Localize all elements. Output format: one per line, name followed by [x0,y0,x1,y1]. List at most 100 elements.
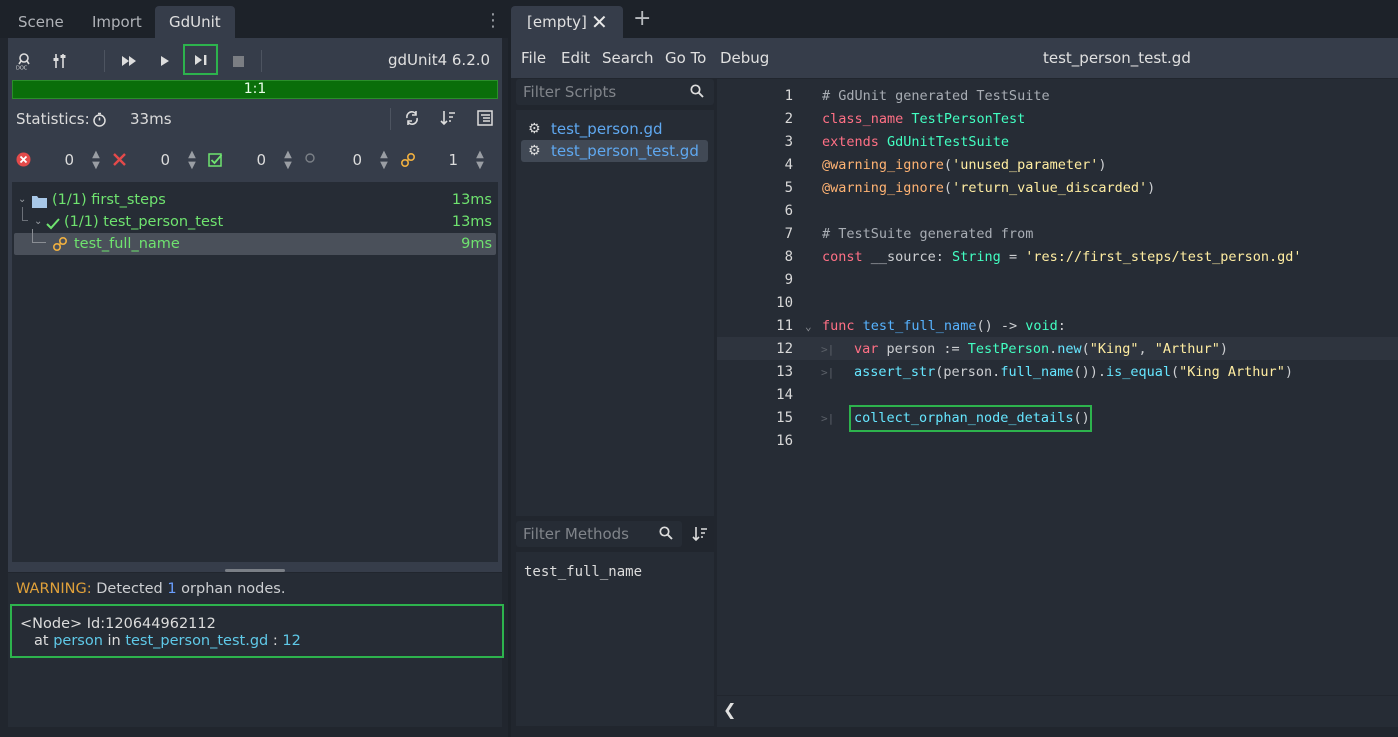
skipped-count-spinner[interactable]: ▲ ▼ [378,149,390,171]
editor-menu-bar: File Edit Search Go To Debug test_person… [511,38,1398,78]
method-item[interactable]: test_full_name [524,564,642,580]
warning-label: WARNING: [16,581,92,597]
code-editor[interactable]: 1 2 3 4 5 6 7 8 9 10 11 12 13 14 15 16 ⌄… [717,79,1398,695]
script-editor: [empty] ✕ + File Edit Search Go To Debug… [511,0,1398,737]
code-line: func test_full_name() -> void: [822,318,1066,334]
code-line: assert_str(person.full_name()).is_equal(… [854,364,1293,380]
tab-gdunit[interactable]: GdUnit [155,6,235,38]
orphan-location-line: at person in test_person_test.gd : 12 [34,633,301,649]
file-link[interactable]: test_person_test.gd [125,633,268,649]
script-item-selected[interactable]: ⚙ test_person_test.gd [521,140,708,162]
tab-empty[interactable]: [empty] ✕ [511,6,623,38]
run-debug-button[interactable] [183,44,218,75]
skipped-icon [304,152,320,168]
doc-button[interactable]: DOC [8,46,40,76]
collapse-panel-icon[interactable]: ❮ [723,700,736,719]
split-drag-handle[interactable] [225,569,285,572]
warning-text: orphan nodes. [176,581,286,597]
tree-view-icon[interactable] [477,110,493,130]
tree-item-time: 9ms [461,236,492,252]
tree-item-test-suite[interactable]: ⌄ (1/1) test_person_test 13ms [12,207,498,233]
gdunit-panel: DOC gdUnit4 6.2.0 1:1 Statistics: 33ms 0… [8,38,502,572]
sort-methods-button[interactable] [687,521,713,547]
failure-count[interactable]: 0 [150,151,170,169]
tools-icon [53,54,66,68]
kebab-menu-icon[interactable]: ⋮ [484,10,502,32]
dock-tab-bar: Scene Import GdUnit ⋮ [0,0,508,38]
filter-methods-placeholder: Filter Methods [523,525,629,543]
code-line: extends GdUnitTestSuite [822,134,1009,150]
skipped-count[interactable]: 0 [342,151,362,169]
progress-bar: 1:1 [12,80,498,99]
gdunit-dock: Scene Import GdUnit ⋮ DOC gdUnit4 6.2.0 … [0,0,508,737]
in-label: in [102,633,126,649]
orphan-icon [52,236,68,259]
line-separator: : [268,633,283,649]
error-icon [16,152,32,168]
sort-icon[interactable] [440,110,456,130]
tree-item-label: (1/1) test_person_test [64,214,224,230]
line-number: 6 [784,203,793,219]
add-tab-icon[interactable]: + [633,6,651,31]
stop-icon [232,55,244,67]
version-label: gdUnit4 6.2.0 [388,51,491,69]
error-count-spinner[interactable]: ▲ ▼ [90,149,102,171]
gear-icon: ⚙ [528,121,541,137]
orphan-node-line: <Node> Id:120644962112 [20,616,216,632]
tree-item-time: 13ms [451,214,492,230]
line-number: 5 [784,180,793,196]
line-number: 11 [776,318,793,334]
code-line: # TestSuite generated from [822,226,1034,242]
tree-item-test-case[interactable]: test_full_name 9ms [14,229,496,255]
code-editor-footer: ❮ [717,696,1398,727]
tab-indent-icon: >| [821,366,835,379]
toolbar-separator [104,50,105,72]
node-id-label: Id: [82,616,106,632]
run-overall-button[interactable] [113,46,145,76]
menu-edit[interactable]: Edit [561,49,590,67]
code-line: @warning_ignore('unused_parameter') [822,157,1107,173]
node-type: <Node> [20,616,83,632]
play-icon [161,56,169,66]
tab-import[interactable]: Import [82,6,152,38]
tree-item-suite-folder[interactable]: ⌄ (1/1) first_steps 13ms [12,189,498,211]
settings-button[interactable] [44,46,76,76]
menu-goto[interactable]: Go To [665,49,706,67]
gear-icon: ⚙ [528,143,541,159]
failure-count-spinner[interactable]: ▲ ▼ [186,149,198,171]
tree-item-label: test_full_name [74,236,180,252]
menu-search[interactable]: Search [602,49,654,67]
rerun-icon[interactable] [404,110,420,130]
filter-methods-input[interactable]: Filter Methods [516,521,682,547]
stop-button[interactable] [222,46,254,76]
fold-arrow-icon[interactable]: ⌄ [805,320,812,333]
line-number: 8 [784,249,793,265]
passed-count-spinner[interactable]: ▲ ▼ [282,149,294,171]
error-count[interactable]: 0 [54,151,74,169]
code-line: const __source: String = 'res://first_st… [822,249,1302,265]
close-icon[interactable]: ✕ [591,10,608,34]
orphan-count-spinner[interactable]: ▲ ▼ [474,149,486,171]
tab-label: [empty] [527,13,587,31]
orphan-count[interactable]: 1 [438,151,458,169]
passed-icon [208,152,224,168]
tree-guide-line [22,207,28,221]
line-number: 9 [784,272,793,288]
menu-debug[interactable]: Debug [720,49,769,67]
script-item[interactable]: ⚙ test_person.gd [521,118,708,140]
variable-name[interactable]: person [53,633,103,649]
line-number: 13 [776,364,793,380]
filter-scripts-input[interactable]: Filter Scripts [516,79,714,105]
tab-scene[interactable]: Scene [8,6,74,38]
passed-count[interactable]: 0 [246,151,266,169]
svg-text:DOC: DOC [16,66,28,71]
line-number: 3 [784,134,793,150]
run-button[interactable] [149,46,181,76]
orphan-icon [400,152,416,168]
script-item-label: test_person.gd [551,120,663,138]
menu-file[interactable]: File [521,49,546,67]
orphan-node-details: <Node> Id:120644962112 at person in test… [10,604,504,658]
code-line: @warning_ignore('return_value_discarded'… [822,180,1156,196]
line-number-link[interactable]: 12 [282,633,300,649]
node-id: 120644962112 [105,616,216,632]
